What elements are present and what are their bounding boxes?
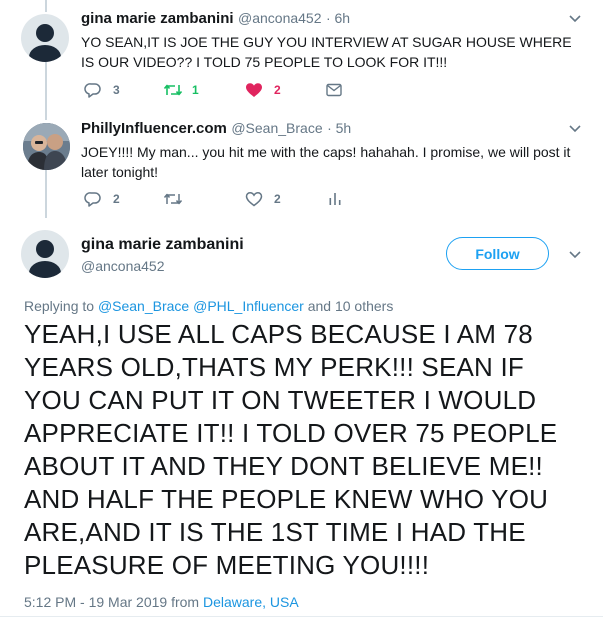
tweet-text: YO SEAN,IT IS JOE THE GUY YOU INTERVIEW …	[81, 34, 572, 70]
heart-icon	[245, 192, 263, 207]
retweet-icon	[163, 84, 183, 96]
tweet-text: JOEY!!!! My man... you hit me with the c…	[81, 144, 571, 180]
thread-line-bottom	[45, 170, 47, 218]
reply-icon	[84, 192, 101, 207]
retweet-count: 1	[192, 83, 199, 97]
author-handle[interactable]: @ancona452	[81, 258, 165, 274]
like-action[interactable]: 2	[245, 82, 281, 98]
retweet-action[interactable]	[163, 191, 183, 207]
retweet-icon	[163, 193, 183, 205]
replying-prefix: Replying to	[24, 298, 95, 314]
reply-count: 2	[113, 192, 120, 206]
mention-link[interactable]: @PHL_Influencer	[193, 298, 304, 314]
analytics-icon	[329, 193, 341, 205]
like-count: 2	[274, 192, 281, 206]
mention-link[interactable]: @Sean_Brace	[98, 298, 189, 314]
chevron-down-icon[interactable]	[569, 250, 581, 260]
author-name[interactable]: gina marie zambanini	[81, 236, 244, 254]
avatar-photo-image	[23, 123, 70, 170]
reply-action[interactable]: 3	[84, 82, 120, 98]
dm-action[interactable]	[326, 83, 342, 97]
thread-line-middle	[45, 62, 47, 120]
tweet-time[interactable]: · 5h	[327, 120, 351, 136]
author-handle[interactable]: @ancona452	[238, 10, 322, 26]
retweet-action[interactable]: 1	[163, 82, 199, 98]
reply-count: 3	[113, 83, 120, 97]
author-name[interactable]: gina marie zambanini	[81, 10, 234, 27]
analytics-action[interactable]	[328, 192, 342, 206]
avatar[interactable]	[23, 123, 70, 170]
thread-line-top	[45, 0, 47, 12]
like-count: 2	[274, 83, 281, 97]
tweet-text: YEAH,I USE ALL CAPS BECAUSE I AM 78 YEAR…	[24, 319, 558, 580]
replying-to: Replying to @Sean_Brace @PHL_Influencer …	[24, 298, 393, 314]
author-name[interactable]: PhillyInfluencer.com	[81, 120, 227, 137]
chevron-down-icon[interactable]	[569, 124, 581, 134]
location-link[interactable]: Delaware, USA	[203, 594, 299, 610]
author-handle[interactable]: @Sean_Brace	[231, 120, 322, 136]
avatar[interactable]	[21, 14, 69, 62]
envelope-icon	[326, 83, 342, 97]
follow-button[interactable]: Follow	[446, 237, 549, 270]
chevron-down-icon[interactable]	[569, 14, 581, 24]
like-action[interactable]: 2	[245, 191, 281, 207]
reply-icon	[84, 83, 101, 98]
heart-filled-icon	[246, 83, 262, 97]
reply-action[interactable]: 2	[84, 191, 120, 207]
replying-suffix[interactable]: and 10 others	[308, 298, 394, 314]
tweet-timestamp[interactable]: 5:12 PM - 19 Mar 2019 from	[24, 594, 199, 610]
tweet-time[interactable]: · 6h	[326, 10, 350, 26]
avatar[interactable]	[21, 230, 69, 278]
tweet-meta: 5:12 PM - 19 Mar 2019 from Delaware, USA	[24, 594, 299, 610]
